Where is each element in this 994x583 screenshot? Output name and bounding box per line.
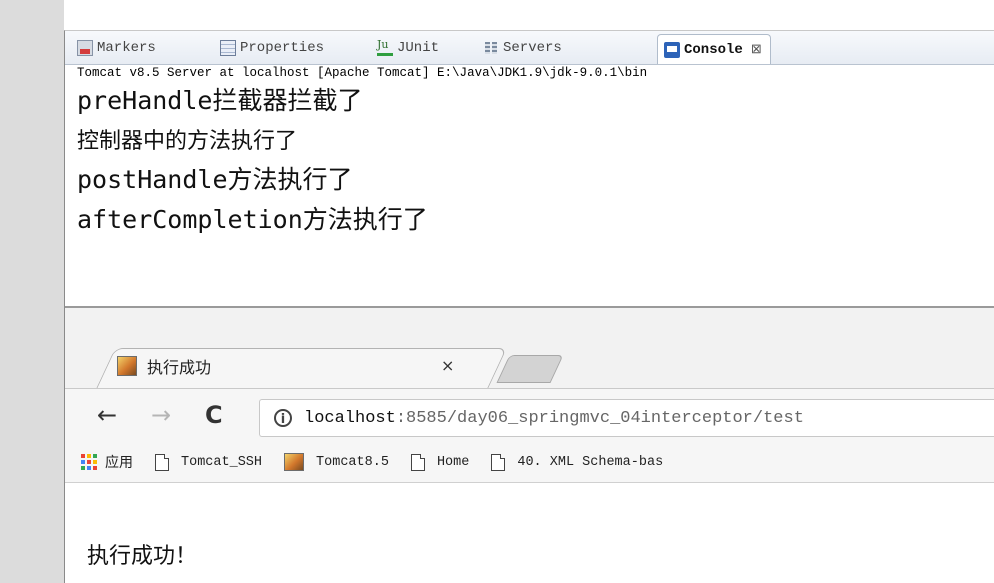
markers-icon [77,40,93,56]
chrome-browser-window: 执行成功 × ← → C i localhost :8585/day06_spr… [64,306,994,583]
eclipse-console-panel: Markers Properties JUnit Servers Console… [64,30,994,307]
url-path: :8585/day06_springmvc_04interceptor/test [395,408,804,428]
tab-properties[interactable]: Properties [220,36,324,60]
tab-console-label: Console [684,41,743,58]
tab-junit[interactable]: JUnit [377,36,439,60]
new-tab-button[interactable] [496,355,564,383]
page-icon [155,453,169,471]
bookmark-xml-schema[interactable]: 40. XML Schema-bas [491,453,664,471]
tab-markers[interactable]: Markers [77,36,156,60]
background-strip [64,0,994,30]
tab-servers[interactable]: Servers [483,36,562,60]
bookmark-home[interactable]: Home [410,453,470,471]
console-output-line: preHandle拦截器拦截了 [77,86,363,115]
tab-markers-label: Markers [97,40,156,56]
bookmark-label: Tomcat_SSH [181,454,263,470]
close-tab-icon[interactable]: × [441,356,454,375]
console-icon [664,41,680,58]
forward-arrow-icon[interactable]: → [151,401,171,429]
address-bar[interactable]: i localhost :8585/day06_springmvc_04inte… [259,399,994,437]
tomcat-favicon-icon [117,356,137,376]
close-icon[interactable]: ⊠ [751,42,762,57]
tab-servers-label: Servers [503,40,562,56]
console-server-description: Tomcat v8.5 Server at localhost [Apache … [77,66,648,80]
browser-toolbar: ← → C i localhost :8585/day06_springmvc_… [65,388,994,443]
info-icon[interactable]: i [274,409,292,427]
browser-tab-title: 执行成功 [147,358,212,377]
browser-tabstrip: 执行成功 × [65,306,994,391]
page-icon [410,453,425,471]
page-content-text: 执行成功！ [87,544,198,569]
bookmarks-bar: 应用 Tomcat_SSH Tomcat8.5 Home 40. XML Sch… [65,442,994,483]
properties-icon [220,40,236,56]
servers-icon [483,40,499,56]
browser-tab-content[interactable]: 执行成功 [117,354,211,378]
bookmark-label: Home [436,454,470,470]
tab-properties-label: Properties [240,40,325,56]
junit-icon [377,38,393,56]
bookmark-tomcat85[interactable]: Tomcat8.5 [284,453,389,471]
bookmark-apps[interactable]: 应用 [81,452,133,472]
bookmark-label: Tomcat8.5 [316,454,389,470]
back-arrow-icon[interactable]: ← [97,401,117,429]
bookmark-tomcat-ssh[interactable]: Tomcat_SSH [155,453,263,471]
bookmark-label: 应用 [105,455,133,471]
reload-icon[interactable]: C [205,401,223,429]
console-output-line: 控制器中的方法执行了 [77,129,298,154]
console-output-line: postHandle方法执行了 [77,165,353,194]
bookmark-label: 40. XML Schema-bas [517,454,664,470]
console-output-line: afterCompletion方法执行了 [77,205,428,234]
tab-junit-label: JUnit [397,40,440,56]
page-icon [491,453,506,471]
tomcat-cat-icon [284,453,305,471]
eclipse-view-tabbar: Markers Properties JUnit Servers Console… [65,31,994,65]
url-host: localhost [304,408,396,428]
apps-grid-icon [81,454,97,470]
tab-console[interactable]: Console ⊠ [657,34,771,64]
